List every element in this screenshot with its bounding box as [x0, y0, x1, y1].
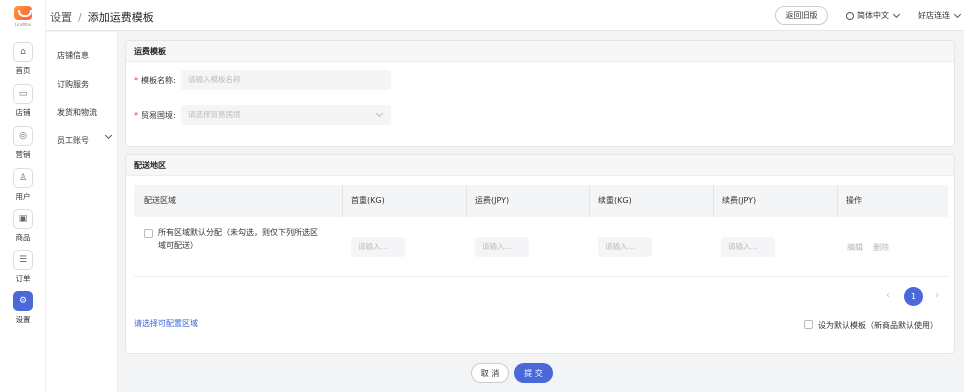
rail-item-home[interactable]: ⌂ 首页 — [5, 42, 41, 80]
rail-item-label: 首页 — [15, 66, 31, 75]
rail-item-marketing[interactable]: ◎ 营销 — [5, 126, 41, 164]
user-icon: ♙ — [13, 168, 33, 188]
rail-item-label: 店铺 — [15, 108, 31, 117]
rail-item-users[interactable]: ♙ 用户 — [5, 168, 41, 206]
settings-subnav: 店铺信息 订购服务 发货和物流 员工账号 — [46, 32, 118, 392]
product-icon: ▣ — [13, 209, 33, 229]
column-header: 运费(JPY) — [466, 185, 509, 217]
user-name: 好店连连 — [918, 11, 950, 20]
settings-icon: ⚙ — [13, 291, 33, 311]
chevron-down-icon — [375, 109, 384, 118]
first-weight-input[interactable]: 请输入... — [351, 237, 405, 257]
marketing-icon: ◎ — [13, 126, 33, 146]
pagination-next-icon[interactable]: › — [935, 290, 939, 301]
chevron-down-icon — [953, 10, 962, 18]
rail-item-label: 商品 — [15, 233, 31, 242]
table-row: 所有区域默认分配（未勾选，则仅下列所选区 域可配送） 请输入... 请输入...… — [134, 217, 948, 277]
subnav-item-staff-accounts[interactable]: 员工账号 — [57, 135, 89, 146]
rail-item-settings[interactable]: ⚙ 设置 — [5, 291, 41, 329]
language-selector[interactable]: 简体中文 — [846, 10, 901, 21]
back-to-old-version-button[interactable]: 返回旧版 — [775, 6, 828, 25]
rail-item-label: 设置 — [15, 315, 31, 324]
additional-weight-input[interactable]: 请输入... — [598, 237, 652, 257]
chevron-down-icon[interactable] — [104, 131, 113, 140]
required-marker: * — [134, 111, 138, 120]
default-template-checkbox[interactable] — [804, 320, 813, 329]
pagination-page[interactable]: 1 — [904, 287, 923, 306]
table-header: 配送区域 首重(KG) 运费(JPY) 续重(KG) 续费(JPY) 操作 — [134, 185, 948, 217]
rail-item-label: 订单 — [15, 274, 31, 283]
select-region-link[interactable]: 请选择可配置区域 — [134, 318, 198, 329]
column-header: 续重(KG) — [589, 185, 632, 217]
home-icon: ⌂ — [13, 42, 33, 62]
subnav-item-subscription[interactable]: 订购服务 — [57, 79, 89, 90]
user-menu[interactable]: 好店连连 — [918, 10, 962, 21]
trade-country-label: * 贸易国境: — [134, 111, 176, 120]
submit-button[interactable]: 提 交 — [514, 363, 553, 383]
store-icon: ▭ — [13, 84, 33, 104]
rail-item-products[interactable]: ▣ 商品 — [5, 209, 41, 247]
column-header: 操作 — [837, 185, 862, 217]
cancel-button[interactable]: 取 消 — [471, 363, 509, 383]
template-panel-title: 运费模板 — [126, 41, 954, 62]
template-name-input[interactable]: 请输入模板名称 — [181, 70, 391, 90]
chevron-down-icon — [892, 10, 901, 18]
subnav-item-shipping[interactable]: 发货和物流 — [57, 107, 97, 118]
required-marker: * — [134, 76, 138, 85]
all-regions-checkbox[interactable] — [144, 229, 153, 238]
additional-fee-input[interactable]: 请输入... — [721, 237, 775, 257]
delivery-area-title: 配送地区 — [126, 155, 954, 176]
column-header: 首重(KG) — [342, 185, 385, 217]
rail-item-orders[interactable]: ☰ 订单 — [5, 250, 41, 288]
order-icon: ☰ — [13, 250, 33, 270]
breadcrumb-separator: / — [78, 11, 82, 24]
pagination-prev-icon[interactable]: ‹ — [886, 290, 890, 301]
template-name-label: * 模板名称: — [134, 76, 176, 85]
language-label: 简体中文 — [857, 11, 889, 20]
trade-country-select[interactable]: 请选择贸易国境 — [181, 105, 391, 125]
rail-item-store[interactable]: ▭ 店铺 — [5, 84, 41, 122]
rail-item-label: 用户 — [15, 192, 31, 201]
default-template-label: 设为默认模板（新商品默认使用） — [818, 321, 938, 330]
template-panel: 运费模板 * 模板名称: 请输入模板名称 * 贸易国境: 请选择贸易国境 — [125, 40, 955, 147]
subnav-item-store-info[interactable]: 店铺信息 — [57, 50, 89, 61]
breadcrumb-parent[interactable]: 设置 — [50, 11, 72, 24]
globe-icon — [846, 11, 854, 20]
breadcrumb: 设置 / 添加运费模板 — [50, 9, 154, 25]
delete-link[interactable]: 删除 — [873, 242, 889, 253]
column-header: 续费(JPY) — [713, 185, 756, 217]
delivery-area-panel: 配送地区 配送区域 首重(KG) 运费(JPY) 续重(KG) 续费(JPY) … — [125, 154, 955, 354]
main-nav-rail: LinkMax ⌂ 首页 ▭ 店铺 ◎ 营销 ♙ 用户 ▣ 商品 ☰ 订单 ⚙ … — [0, 0, 46, 392]
column-header: 配送区域 — [144, 196, 176, 205]
first-fee-input[interactable]: 请输入... — [475, 237, 529, 257]
logo-text: LinkMax — [14, 22, 32, 27]
rail-item-label: 营销 — [15, 150, 31, 159]
edit-link[interactable]: 编辑 — [847, 242, 863, 253]
logo-icon — [14, 6, 32, 20]
app-logo[interactable]: LinkMax — [10, 6, 36, 30]
page-title: 添加运费模板 — [87, 11, 154, 24]
top-header: 设置 / 添加运费模板 返回旧版 简体中文 好店连连 — [46, 0, 964, 31]
all-regions-text: 所有区域默认分配（未勾选，则仅下列所选区 域可配送） — [158, 228, 318, 250]
